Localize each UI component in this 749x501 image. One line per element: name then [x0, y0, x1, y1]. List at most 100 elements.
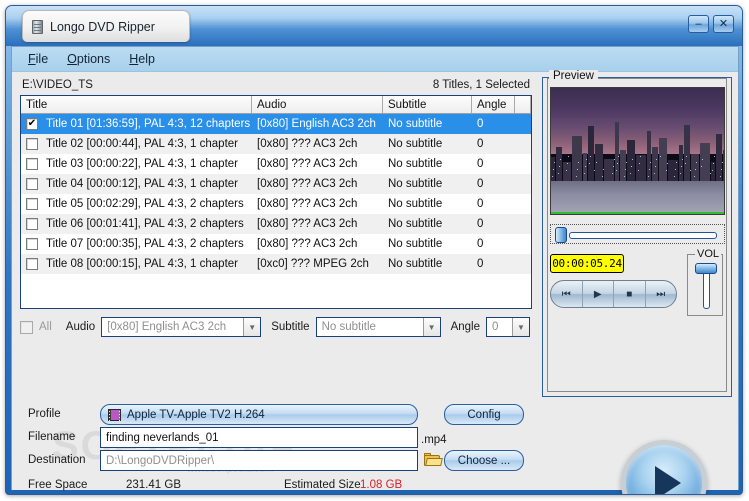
title-list-header: Title Audio Subtitle Angle — [21, 96, 531, 114]
window-light — [666, 170, 667, 171]
window-light — [553, 169, 554, 170]
table-row[interactable]: Title 07 [00:00:35], PAL 4:3, 2 chapters… — [21, 234, 531, 254]
volume-thumb[interactable] — [695, 263, 717, 274]
table-row[interactable]: Title 06 [00:01:41], PAL 4:3, 2 chapters… — [21, 214, 531, 234]
cell-title: Title 07 [00:00:35], PAL 4:3, 2 chapters — [41, 238, 252, 250]
row-checkbox[interactable] — [26, 198, 38, 210]
table-row[interactable]: Title 03 [00:00:22], PAL 4:3, 1 chapter[… — [21, 154, 531, 174]
table-row[interactable]: Title 04 [00:00:12], PAL 4:3, 1 chapter[… — [21, 174, 531, 194]
window-light — [702, 159, 703, 160]
column-header-subtitle[interactable]: Subtitle — [383, 96, 472, 113]
previous-button[interactable]: ⏮ — [551, 281, 583, 307]
row-checkbox[interactable] — [26, 178, 38, 190]
table-row[interactable]: Title 05 [00:02:29], PAL 4:3, 2 chapters… — [21, 194, 531, 214]
table-row[interactable]: ✔Title 01 [01:36:59], PAL 4:3, 12 chapte… — [21, 114, 531, 134]
seek-thumb[interactable] — [555, 227, 567, 243]
building — [659, 138, 667, 181]
config-button[interactable]: Config — [444, 404, 524, 425]
play-triangle-icon — [655, 466, 681, 495]
cell-angle: 0 — [472, 158, 515, 170]
cell-angle: 0 — [472, 238, 515, 250]
destination-label: Destination — [28, 454, 86, 466]
estimated-size-label: Estimated Size — [284, 479, 361, 491]
cell-title: Title 01 [01:36:59], PAL 4:3, 12 chapter… — [41, 118, 252, 130]
window-light — [568, 156, 569, 157]
building — [583, 153, 587, 181]
profile-select[interactable]: Apple TV-Apple TV2 H.264 — [100, 404, 418, 425]
row-checkbox[interactable] — [26, 258, 38, 270]
subtitle-select[interactable]: No subtitle ▼ — [316, 317, 441, 337]
window-title: Longo DVD Ripper — [50, 20, 155, 34]
preview-panel: Preview 00:00:05.24 ⏮ ▶ — [542, 77, 732, 397]
menu-item-help[interactable]: Help — [122, 50, 162, 68]
building — [572, 136, 582, 181]
building — [588, 126, 594, 181]
window-light — [714, 156, 715, 157]
title-count-status: 8 Titles, 1 Selected — [433, 79, 530, 91]
window-light — [617, 163, 618, 164]
window-light — [648, 176, 649, 177]
seek-slider[interactable] — [550, 224, 725, 244]
video-preview[interactable] — [550, 87, 725, 215]
seek-track — [569, 232, 717, 239]
building — [700, 143, 710, 181]
building — [668, 160, 678, 181]
play-button[interactable]: ▶ — [583, 281, 615, 307]
body-area: SOFTPEDIA www.softpedia.com E:\VIDEO_TS … — [12, 72, 738, 490]
menu-item-file[interactable]: File — [21, 50, 55, 68]
building — [604, 159, 614, 181]
choose-button[interactable]: Choose ... — [444, 450, 524, 471]
profile-label: Profile — [28, 408, 61, 420]
cell-subtitle: No subtitle — [383, 158, 472, 170]
audio-select[interactable]: [0x80] English AC3 2ch ▼ — [101, 317, 261, 337]
window-light — [685, 163, 686, 164]
row-checkbox[interactable] — [26, 218, 38, 230]
select-all-checkbox[interactable] — [20, 321, 33, 334]
column-header-title[interactable]: Title — [21, 96, 252, 113]
window-light — [649, 169, 650, 170]
window-light — [724, 159, 725, 160]
menu-item-options[interactable]: Options — [60, 50, 117, 68]
cell-title: Title 05 [00:02:29], PAL 4:3, 2 chapters — [41, 198, 252, 210]
window-light — [554, 162, 555, 163]
row-checkbox[interactable] — [26, 158, 38, 170]
window-light — [612, 173, 613, 174]
table-row[interactable]: Title 08 [00:00:15], PAL 4:3, 1 chapter[… — [21, 254, 531, 274]
column-header-angle[interactable]: Angle — [472, 96, 515, 113]
title-list-body: ✔Title 01 [01:36:59], PAL 4:3, 12 chapte… — [21, 114, 531, 274]
title-list[interactable]: Title Audio Subtitle Angle ✔Title 01 [01… — [20, 95, 532, 309]
open-folder-icon[interactable] — [424, 453, 442, 467]
cell-angle: 0 — [472, 258, 515, 270]
filename-input[interactable]: finding neverlands_01 — [100, 427, 418, 448]
window-light — [576, 176, 577, 177]
next-button[interactable]: ⏭ — [646, 281, 677, 307]
chevron-down-icon: ▼ — [512, 318, 529, 336]
building — [615, 122, 619, 181]
cell-angle: 0 — [472, 118, 515, 130]
building — [716, 134, 722, 181]
column-header-audio[interactable]: Audio — [252, 96, 383, 113]
window-light — [720, 176, 721, 177]
window-light — [695, 169, 696, 170]
cell-subtitle: No subtitle — [383, 258, 472, 270]
angle-select[interactable]: 0 ▼ — [486, 317, 530, 337]
window-light — [656, 159, 657, 160]
close-button[interactable]: ✕ — [713, 15, 734, 33]
cell-audio: [0x80] English AC3 2ch — [252, 118, 383, 130]
row-checkbox[interactable] — [26, 238, 38, 250]
stop-button[interactable]: ■ — [614, 281, 646, 307]
destination-input[interactable]: D:\LongoDVDRipper\ — [100, 450, 418, 471]
minimize-button[interactable]: – — [688, 15, 709, 33]
transport-controls: ⏮ ▶ ■ ⏭ — [550, 280, 677, 308]
angle-select-value: 0 — [492, 321, 498, 333]
row-checkbox[interactable]: ✔ — [26, 118, 38, 130]
cell-subtitle: No subtitle — [383, 138, 472, 150]
window-light — [674, 176, 675, 177]
table-row[interactable]: Title 02 [00:00:44], PAL 4:3, 1 chapter[… — [21, 134, 531, 154]
window-light — [721, 169, 722, 170]
subtitle-label: Subtitle — [271, 321, 309, 333]
cell-title: Title 02 [00:00:44], PAL 4:3, 1 chapter — [41, 138, 252, 150]
window-light — [638, 170, 639, 171]
row-checkbox[interactable] — [26, 138, 38, 150]
city-skyline — [551, 116, 724, 182]
